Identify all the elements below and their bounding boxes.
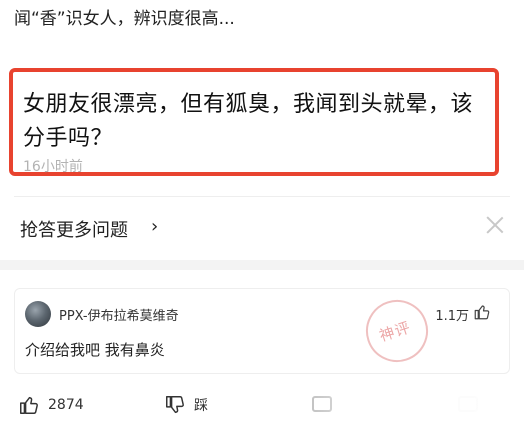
chevron-right-icon[interactable]: › (151, 216, 158, 237)
like-button[interactable]: 2874 (18, 394, 84, 416)
thumbs-down-icon (166, 396, 184, 414)
comment-username[interactable]: PPX-伊布拉希莫维奇 (59, 305, 179, 324)
like-count: 2874 (48, 397, 84, 413)
close-icon[interactable] (484, 214, 506, 236)
question-card[interactable]: 女朋友很漂亮，但有狐臭，我闻到头就晕，该分手吗？ 16小时前 (9, 68, 499, 176)
question-title[interactable]: 女朋友很漂亮，但有狐臭，我闻到头就晕，该分手吗？ (23, 88, 493, 156)
watermark-text: 神评 (377, 318, 414, 346)
previous-answer-snippet[interactable]: 闻“香”识女人，辨识度很高... (14, 4, 235, 29)
more-questions-label[interactable]: 抢答更多问题 (20, 216, 128, 242)
faded-overlay (300, 392, 524, 428)
dislike-label: 踩 (194, 398, 208, 414)
thumbs-up-icon[interactable] (473, 303, 491, 321)
thumbs-up-icon (20, 396, 38, 414)
top-comment-card[interactable]: PPX-伊布拉希莫维奇 1.1万 介绍给我吧 我有鼻炎 (14, 288, 510, 374)
comment-text[interactable]: 介绍给我吧 我有鼻炎 (25, 339, 165, 360)
question-timestamp: 16小时前 (23, 159, 83, 175)
comment-like-count: 1.1万 (435, 309, 469, 324)
dislike-button[interactable]: 踩 (164, 394, 208, 416)
section-separator (0, 260, 524, 270)
avatar[interactable] (25, 301, 51, 327)
divider (14, 196, 510, 197)
more-questions-row[interactable]: 抢答更多问题 › (0, 200, 524, 258)
